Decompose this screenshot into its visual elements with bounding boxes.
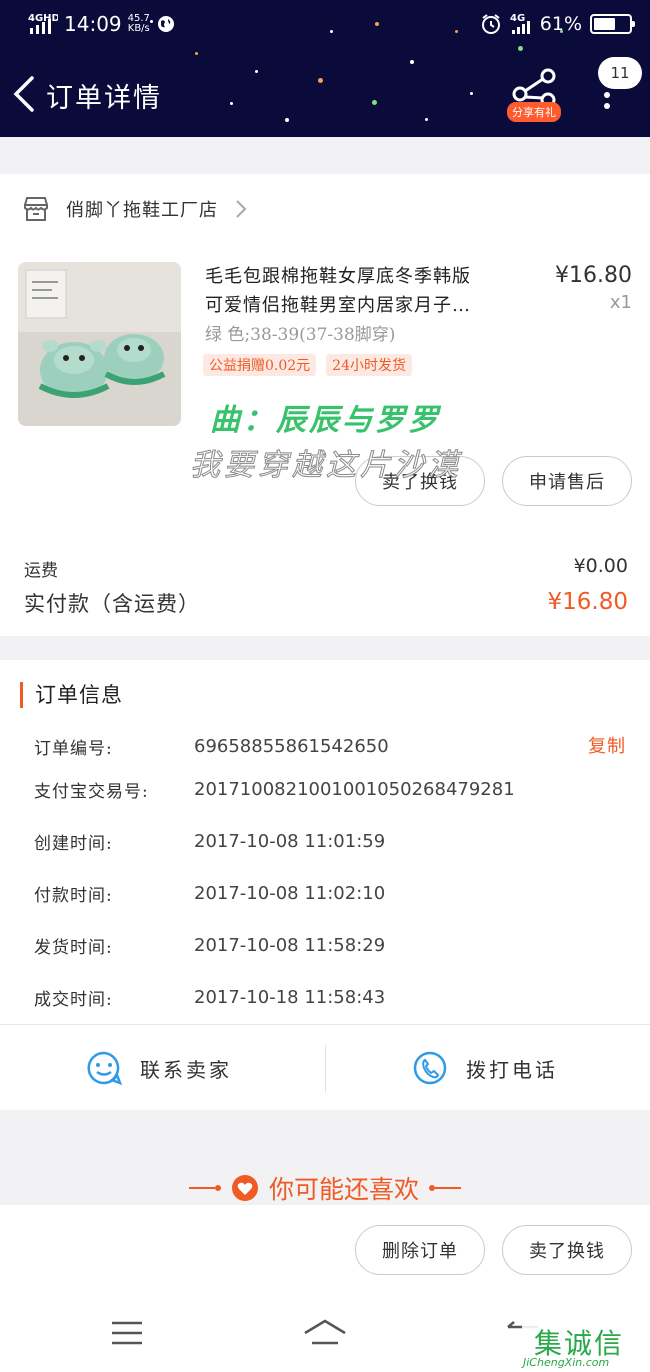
product-sku: 绿 色;38-39(37-38脚穿) — [205, 325, 396, 345]
phone-icon — [413, 1051, 447, 1085]
more-dots-icon[interactable] — [604, 92, 612, 114]
product-title[interactable]: 毛毛包跟棉拖鞋女厚底冬季韩版 可爱情侣拖鞋男室内居家月子… — [205, 262, 535, 320]
signal-icon: 4GHD — [28, 13, 58, 34]
product-price: ¥16.80 — [555, 263, 632, 288]
site-logo-url: JiChengXin.com — [523, 1356, 610, 1369]
recommend-line-right — [429, 1185, 461, 1191]
paid-value: ¥16.80 — [547, 589, 628, 615]
tag-shipping: 24小时发货 — [326, 354, 412, 376]
shop-row[interactable]: 俏脚丫拖鞋工厂店 — [22, 196, 248, 222]
paid-label: 实付款（含运费） — [24, 592, 200, 616]
recommend-title: 你可能还喜欢 — [268, 1175, 419, 1204]
product-title-line1[interactable]: 毛毛包跟棉拖鞋女厚底冬季韩版 — [205, 262, 535, 291]
info-row-alipay-no: 支付宝交易号: 2017100821001001050268479281 — [34, 774, 630, 804]
clock: 14:09 — [64, 12, 122, 36]
chat-icon — [87, 1051, 122, 1086]
call-phone-label[interactable]: 拨打电话 — [466, 1054, 558, 1083]
product-image[interactable] — [18, 262, 181, 426]
home-icon[interactable] — [302, 1317, 348, 1349]
info-value: 2017-10-08 11:02:10 — [194, 882, 386, 904]
shop-name[interactable]: 俏脚丫拖鞋工厂店 — [66, 196, 218, 222]
info-label: 发货时间: — [34, 937, 113, 958]
status-bar: 4GHD 14:09 45.7 KB/s 4G 61% — [0, 0, 650, 50]
net-speed: 45.7 KB/s — [128, 14, 150, 34]
page-title: 订单详情 — [46, 83, 162, 114]
info-row-shipped: 发货时间: 2017-10-08 11:58:29 — [34, 930, 630, 960]
info-label: 付款时间: — [34, 885, 113, 906]
contact-seller-button[interactable]: 联系卖家 — [86, 1025, 232, 1111]
battery-percent: 61% — [539, 13, 582, 35]
back-button[interactable] — [10, 74, 40, 114]
info-value: 2017-10-08 11:58:29 — [194, 934, 386, 956]
shop-icon — [24, 197, 48, 221]
battery-icon — [590, 14, 635, 34]
tag-charity: 公益捐赠0.02元 — [203, 354, 317, 376]
message-count-badge[interactable]: 11 — [598, 57, 642, 89]
info-label: 创建时间: — [34, 833, 113, 854]
info-label: 成交时间: — [34, 989, 113, 1010]
share-badge[interactable]: 分享有礼 — [507, 102, 561, 122]
contact-row: 联系卖家 拨打电话 — [0, 1024, 650, 1110]
info-label: 订单编号: — [34, 738, 113, 759]
alarm-icon — [481, 14, 500, 34]
info-label: 支付宝交易号: — [34, 781, 149, 802]
header: 4GHD 14:09 45.7 KB/s 4G 61% 订单详情 分享有礼 11 — [0, 0, 650, 137]
heart-icon — [231, 1175, 258, 1201]
network-type-right: 4G — [510, 13, 525, 24]
recommend-header: 你可能还喜欢 — [0, 1170, 650, 1206]
shipping-value: ¥0.00 — [573, 555, 628, 577]
menu-icon[interactable] — [110, 1319, 144, 1347]
net-speed-unit: KB/s — [127, 23, 150, 34]
delete-order-button[interactable]: 删除订单 — [355, 1225, 485, 1275]
info-value: 2017100821001001050268479281 — [194, 778, 515, 800]
product-title-line2[interactable]: 可爱情侣拖鞋男室内居家月子… — [205, 291, 535, 320]
info-row-created: 创建时间: 2017-10-08 11:01:59 — [34, 826, 630, 856]
recommend-line-left — [188, 1185, 221, 1191]
info-value: 69658855861542650 — [194, 735, 389, 757]
chevron-right-icon[interactable] — [234, 198, 248, 220]
battery-fill — [594, 18, 615, 30]
product-tags: 公益捐赠0.02元 24小时发货 — [203, 354, 412, 376]
watermark-song: 曲：辰辰与罗罗 — [210, 403, 441, 438]
info-row-order-no: 订单编号: 69658855861542650 — [34, 731, 630, 761]
watermark-lyric: 我要穿越这片沙漠 — [190, 448, 462, 484]
contact-seller-label[interactable]: 联系卖家 — [140, 1054, 232, 1083]
signal-4g-icon: 4G — [510, 13, 530, 34]
info-row-completed: 成交时间: 2017-10-18 11:58:43 — [34, 982, 630, 1012]
info-value: 2017-10-08 11:01:59 — [194, 830, 386, 852]
after-sale-button[interactable]: 申请售后 — [502, 456, 632, 506]
globe-icon — [157, 16, 174, 32]
bottom-exchange-button[interactable]: 卖了换钱 — [502, 1225, 632, 1275]
shipping-label: 运费 — [24, 561, 58, 581]
contact-divider — [325, 1045, 326, 1093]
info-value: 2017-10-18 11:58:43 — [194, 986, 386, 1008]
product-quantity: x1 — [609, 292, 632, 313]
order-info-title: 订单信息 — [20, 682, 123, 708]
info-row-paid: 付款时间: 2017-10-08 11:02:10 — [34, 878, 630, 908]
call-phone-button[interactable]: 拨打电话 — [412, 1025, 558, 1111]
